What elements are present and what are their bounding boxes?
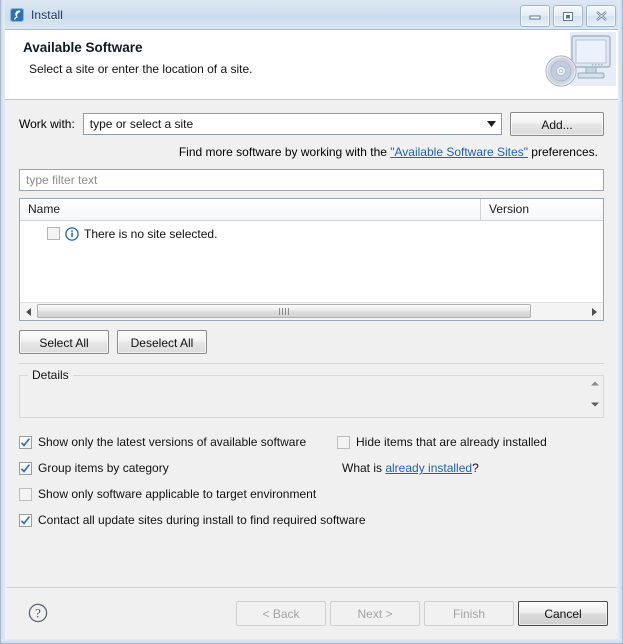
available-software-sites-link[interactable]: "Available Software Sites" bbox=[390, 145, 528, 159]
frame-left-edge bbox=[1, 0, 5, 643]
hscroll-thumb[interactable] bbox=[37, 304, 531, 318]
wizard-buttons: < Back Next > Finish Cancel bbox=[236, 600, 608, 626]
page-title: Available Software bbox=[23, 40, 143, 55]
option-label: Contact all update sites during install … bbox=[38, 513, 366, 527]
close-icon bbox=[595, 11, 607, 21]
option-label: Group items by category bbox=[38, 461, 169, 475]
find-more-text: Find more software by working with the "… bbox=[19, 145, 604, 159]
table-body: There is no site selected. bbox=[20, 221, 603, 302]
checkbox-unchecked[interactable] bbox=[19, 487, 32, 501]
select-all-button[interactable]: Select All bbox=[19, 330, 109, 354]
option-label: Show only software applicable to target … bbox=[38, 487, 317, 501]
frame-bottom-edge bbox=[1, 639, 622, 643]
maximize-icon bbox=[563, 11, 573, 21]
spinner-down-icon[interactable] bbox=[588, 399, 601, 410]
already-installed-link[interactable]: already installed bbox=[385, 461, 472, 475]
software-table: Name Version There is no site selected. bbox=[19, 198, 604, 321]
finish-button[interactable]: Finish bbox=[424, 600, 514, 626]
option-label: Show only the latest versions of availab… bbox=[38, 435, 307, 449]
filter-input[interactable]: type filter text bbox=[19, 169, 604, 191]
next-button[interactable]: Next > bbox=[330, 600, 420, 626]
dialog-header: Available Software Select a site or ente… bbox=[5, 30, 618, 100]
find-more-suffix: preferences. bbox=[527, 145, 598, 159]
table-row-name: There is no site selected. bbox=[84, 226, 218, 241]
eclipse-install-icon bbox=[9, 7, 25, 23]
row-checkbox[interactable] bbox=[47, 227, 60, 240]
table-row[interactable]: There is no site selected. bbox=[20, 224, 603, 243]
filter-placeholder: type filter text bbox=[26, 173, 98, 187]
site-combo[interactable]: type or select a site bbox=[82, 113, 502, 135]
chevron-down-icon[interactable] bbox=[481, 114, 501, 134]
svg-text:?: ? bbox=[35, 607, 41, 621]
deselect-all-button[interactable]: Deselect All bbox=[117, 330, 207, 354]
triangle-left-icon[interactable] bbox=[20, 303, 37, 320]
options-right-column: Hide items that are already installed Wh… bbox=[337, 432, 547, 478]
info-icon bbox=[65, 226, 79, 241]
back-button[interactable]: < Back bbox=[236, 600, 326, 626]
window-title: Install bbox=[31, 7, 64, 22]
minimize-icon bbox=[529, 15, 541, 20]
checkbox-checked[interactable] bbox=[19, 513, 32, 527]
table-header-row: Name Version bbox=[20, 199, 603, 221]
option-target-environment[interactable]: Show only software applicable to target … bbox=[19, 484, 604, 504]
dialog-body: Work with: type or select a site Add... … bbox=[5, 100, 618, 530]
checkbox-unchecked[interactable] bbox=[337, 435, 350, 449]
column-header-name[interactable]: Name bbox=[20, 199, 481, 220]
cancel-button[interactable]: Cancel bbox=[518, 600, 608, 626]
details-scrollbar[interactable] bbox=[588, 378, 601, 410]
what-is-prefix: What is bbox=[342, 461, 386, 475]
column-header-version[interactable]: Version bbox=[481, 199, 603, 220]
site-combo-value: type or select a site bbox=[89, 117, 194, 131]
close-button[interactable] bbox=[586, 5, 616, 27]
triangle-right-icon[interactable] bbox=[586, 303, 603, 320]
options-area: Show only the latest versions of availab… bbox=[19, 432, 604, 530]
hscroll-track[interactable] bbox=[37, 303, 586, 320]
spinner-up-icon[interactable] bbox=[588, 378, 601, 389]
help-question-icon[interactable]: ? bbox=[28, 603, 48, 623]
page-subtitle: Select a site or enter the location of a… bbox=[29, 62, 253, 76]
find-more-prefix: Find more software by working with the bbox=[178, 145, 391, 159]
work-with-label: Work with: bbox=[19, 117, 75, 131]
selection-buttons-row: Select All Deselect All bbox=[19, 330, 604, 354]
work-with-row: Work with: type or select a site Add... bbox=[19, 112, 604, 136]
window-controls bbox=[520, 5, 616, 27]
option-contact-update-sites[interactable]: Contact all update sites during install … bbox=[19, 510, 604, 530]
install-dialog-window: Install Available Software Select a site… bbox=[0, 0, 623, 644]
minimize-button[interactable] bbox=[520, 5, 550, 27]
frame-right-edge bbox=[618, 0, 622, 643]
details-legend: Details bbox=[28, 368, 73, 382]
grip-icon bbox=[279, 307, 289, 315]
checkbox-checked[interactable] bbox=[19, 461, 32, 475]
dialog-footer: ? < Back Next > Finish Cancel bbox=[6, 588, 617, 638]
option-hide-installed[interactable]: Hide items that are already installed bbox=[337, 432, 547, 452]
what-is-already-installed: What is already installed? bbox=[342, 458, 547, 478]
maximize-button[interactable] bbox=[553, 5, 583, 27]
option-label: Hide items that are already installed bbox=[356, 435, 547, 449]
divider bbox=[19, 363, 604, 364]
what-is-suffix: ? bbox=[472, 461, 479, 475]
details-group: Details bbox=[19, 368, 604, 418]
checkbox-checked[interactable] bbox=[19, 435, 32, 449]
monitor-with-disc-icon bbox=[530, 30, 618, 92]
table-horizontal-scrollbar[interactable] bbox=[20, 302, 603, 320]
add-site-button[interactable]: Add... bbox=[510, 112, 604, 136]
title-bar[interactable]: Install bbox=[1, 0, 622, 30]
